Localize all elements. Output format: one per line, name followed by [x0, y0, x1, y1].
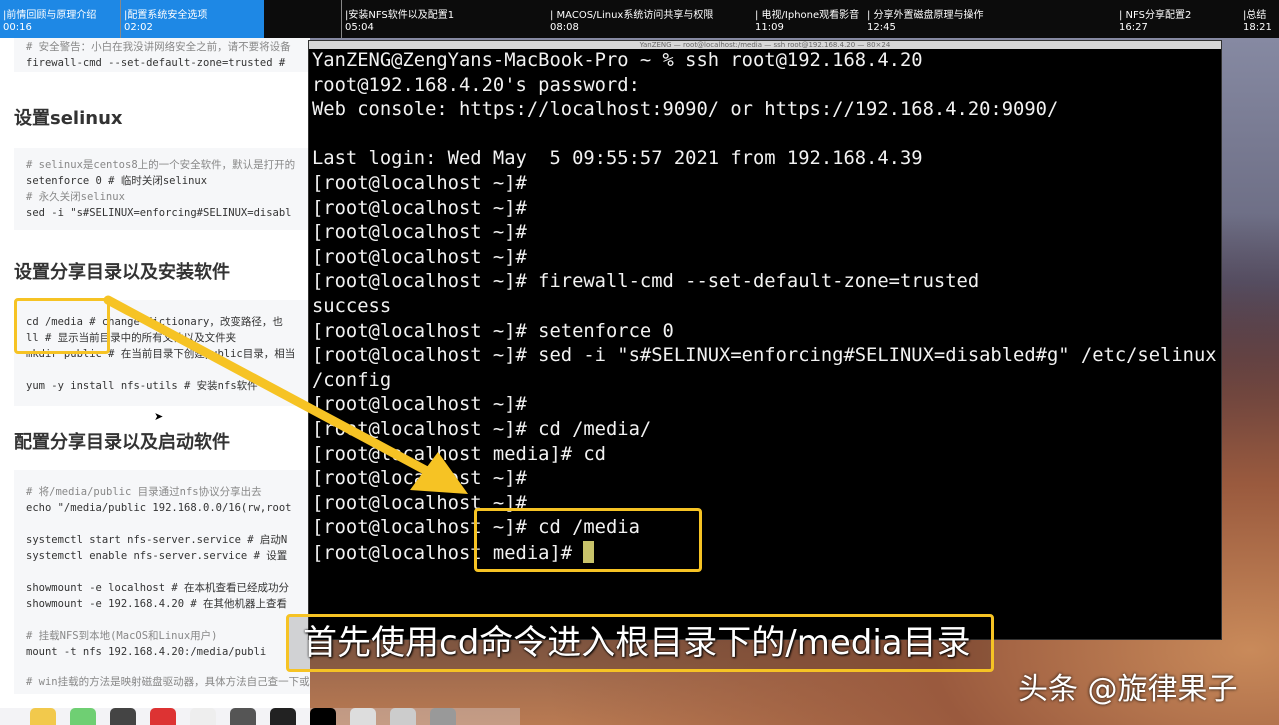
dock-app-icon[interactable]	[110, 708, 136, 725]
arrow-head	[410, 452, 468, 494]
dock-app-icon[interactable]	[230, 708, 256, 725]
dock	[0, 708, 520, 725]
watermark: 头条 @旋律果子	[1018, 672, 1238, 707]
arrow-shaft	[103, 295, 445, 483]
dock-app-icon[interactable]	[150, 708, 176, 725]
video-caption: 首先使用cd命令进入根目录下的/media目录	[286, 614, 994, 672]
dock-app-icon[interactable]	[390, 708, 416, 725]
dock-app-icon[interactable]	[30, 708, 56, 725]
dock-app-icon[interactable]	[310, 708, 336, 725]
dock-app-icon[interactable]	[70, 708, 96, 725]
dock-app-icon[interactable]	[350, 708, 376, 725]
dock-app-icon[interactable]	[190, 708, 216, 725]
dock-app-icon[interactable]	[430, 708, 456, 725]
dock-app-icon[interactable]	[270, 708, 296, 725]
